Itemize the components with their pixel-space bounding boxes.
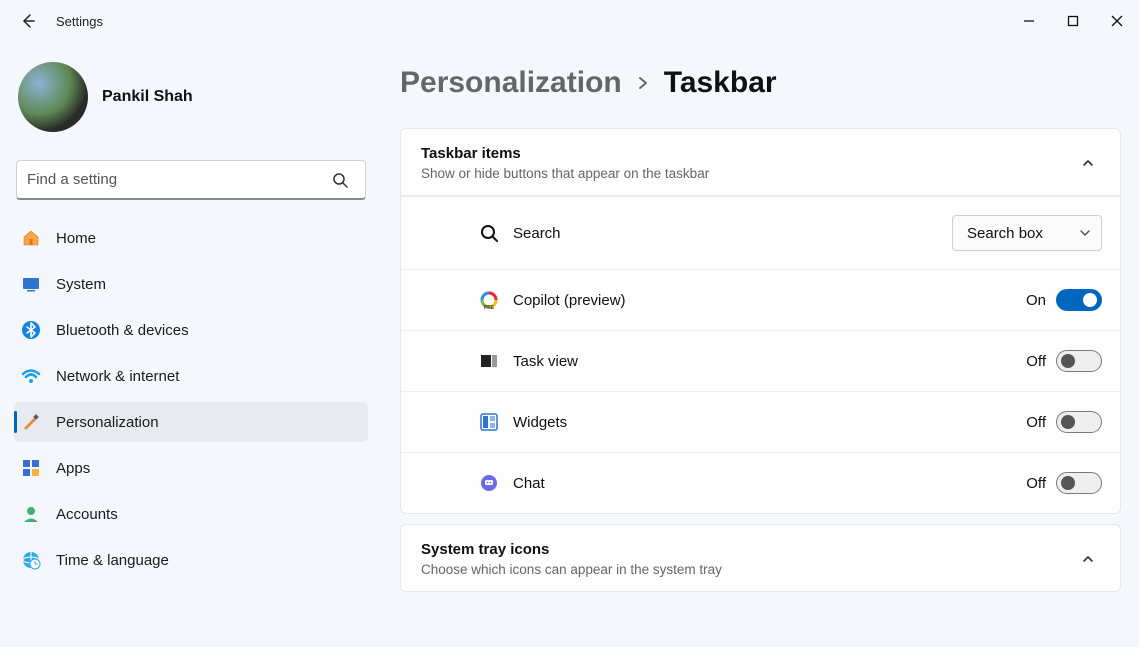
titlebar: Settings <box>0 0 1139 42</box>
row-label: Chat <box>513 475 1026 492</box>
wifi-icon <box>20 365 42 387</box>
system-tray-icons-header[interactable]: System tray icons Choose which icons can… <box>401 525 1120 591</box>
minimize-icon <box>1023 15 1035 27</box>
taskbar-row-taskview: Task view Off <box>401 330 1120 391</box>
taskview-toggle[interactable] <box>1056 350 1102 372</box>
row-label: Copilot (preview) <box>513 292 1026 309</box>
sidebar-item-time[interactable]: Time & language <box>14 540 368 580</box>
row-label: Task view <box>513 353 1026 370</box>
system-tray-icons-card: System tray icons Choose which icons can… <box>400 524 1121 592</box>
taskbar-row-widgets: Widgets Off <box>401 391 1120 452</box>
main-content: Personalization Taskbar Taskbar items Sh… <box>380 42 1139 647</box>
taskbar-items-card: Taskbar items Show or hide buttons that … <box>400 128 1121 514</box>
toggle-state-text: Off <box>1026 353 1046 370</box>
taskbar-row-search: Search Search box <box>401 196 1120 269</box>
back-button[interactable] <box>8 1 48 41</box>
sidebar-item-apps[interactable]: Apps <box>14 448 368 488</box>
copilot-toggle[interactable] <box>1056 289 1102 311</box>
sidebar-item-home[interactable]: Home <box>14 218 368 258</box>
toggle-state-text: Off <box>1026 475 1046 492</box>
toggle-state-text: On <box>1026 292 1046 309</box>
sidebar-item-system[interactable]: System <box>14 264 368 304</box>
apps-icon <box>20 457 42 479</box>
search-icon <box>323 172 357 188</box>
taskbar-row-copilot: PRE Copilot (preview) On <box>401 269 1120 330</box>
maximize-button[interactable] <box>1051 0 1095 42</box>
taskbar-items-header[interactable]: Taskbar items Show or hide buttons that … <box>401 129 1120 195</box>
toggle-state-text: Off <box>1026 414 1046 431</box>
close-icon <box>1111 15 1123 27</box>
row-label: Search <box>513 225 952 242</box>
svg-text:PRE: PRE <box>484 305 495 310</box>
user-card[interactable]: Pankil Shah <box>14 58 368 150</box>
globe-clock-icon <box>20 549 42 571</box>
section-subtitle: Show or hide buttons that appear on the … <box>421 166 1074 181</box>
maximize-icon <box>1067 15 1079 27</box>
search-icon <box>477 221 501 245</box>
sidebar-item-label: Time & language <box>56 552 169 569</box>
chevron-up-icon <box>1074 552 1102 566</box>
search-input[interactable] <box>27 171 323 188</box>
user-name: Pankil Shah <box>102 88 193 106</box>
breadcrumb: Personalization Taskbar <box>400 58 1121 128</box>
section-title: Taskbar items <box>421 145 1074 162</box>
sidebar-item-label: Personalization <box>56 414 159 431</box>
window-title: Settings <box>56 14 103 29</box>
minimize-button[interactable] <box>1007 0 1051 42</box>
sidebar-item-label: Bluetooth & devices <box>56 322 189 339</box>
sidebar-item-bluetooth[interactable]: Bluetooth & devices <box>14 310 368 350</box>
breadcrumb-current: Taskbar <box>664 66 777 100</box>
sidebar-item-network[interactable]: Network & internet <box>14 356 368 396</box>
sidebar-item-accounts[interactable]: Accounts <box>14 494 368 534</box>
chat-toggle[interactable] <box>1056 472 1102 494</box>
section-title: System tray icons <box>421 541 1074 558</box>
sidebar-item-label: Accounts <box>56 506 118 523</box>
taskbar-row-chat: Chat Off <box>401 452 1120 513</box>
widgets-icon <box>477 410 501 434</box>
dropdown-value: Search box <box>967 225 1043 242</box>
avatar <box>18 62 88 132</box>
widgets-toggle[interactable] <box>1056 411 1102 433</box>
chat-icon <box>477 471 501 495</box>
chevron-up-icon <box>1074 156 1102 170</box>
search-mode-dropdown[interactable]: Search box <box>952 215 1102 251</box>
taskview-icon <box>477 349 501 373</box>
nav-list: Home System Bluetooth & devices Network … <box>14 218 368 580</box>
chevron-down-icon <box>1079 227 1091 239</box>
copilot-icon: PRE <box>477 288 501 312</box>
sidebar-item-label: Home <box>56 230 96 247</box>
sidebar: Pankil Shah Home System Bluetooth & devi… <box>0 42 380 647</box>
paintbrush-icon <box>20 411 42 433</box>
breadcrumb-parent[interactable]: Personalization <box>400 66 622 100</box>
search-box[interactable] <box>16 160 366 200</box>
window-controls <box>1007 0 1139 42</box>
section-subtitle: Choose which icons can appear in the sys… <box>421 562 1074 577</box>
sidebar-item-label: Apps <box>56 460 90 477</box>
chevron-right-icon <box>636 76 650 90</box>
person-icon <box>20 503 42 525</box>
home-icon <box>20 227 42 249</box>
arrow-left-icon <box>20 13 36 29</box>
system-icon <box>20 273 42 295</box>
sidebar-item-personalization[interactable]: Personalization <box>14 402 368 442</box>
sidebar-item-label: System <box>56 276 106 293</box>
bluetooth-icon <box>20 319 42 341</box>
close-button[interactable] <box>1095 0 1139 42</box>
row-label: Widgets <box>513 414 1026 431</box>
sidebar-item-label: Network & internet <box>56 368 179 385</box>
